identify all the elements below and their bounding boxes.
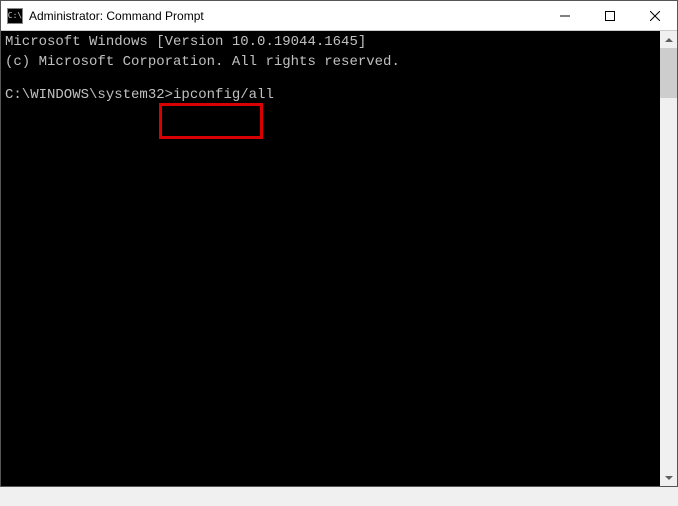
cmd-icon: C:\	[7, 8, 23, 24]
terminal-area[interactable]: Microsoft Windows [Version 10.0.19044.16…	[1, 31, 660, 486]
titlebar[interactable]: C:\ Administrator: Command Prompt	[1, 1, 677, 31]
close-icon	[650, 11, 660, 21]
window-title: Administrator: Command Prompt	[29, 9, 542, 23]
prompt-text: C:\WINDOWS\system32>	[5, 87, 173, 103]
maximize-button[interactable]	[587, 1, 632, 30]
minimize-button[interactable]	[542, 1, 587, 30]
window-controls	[542, 1, 677, 30]
chevron-up-icon	[665, 38, 673, 42]
cmd-icon-text: C:\	[8, 11, 22, 20]
scroll-down-button[interactable]	[660, 469, 677, 486]
vertical-scrollbar[interactable]	[660, 31, 677, 486]
window-content: Microsoft Windows [Version 10.0.19044.16…	[1, 31, 677, 486]
close-button[interactable]	[632, 1, 677, 30]
command-text: ipconfig/all	[173, 87, 274, 103]
minimize-icon	[560, 11, 570, 21]
scroll-track[interactable]	[660, 48, 677, 469]
scroll-thumb[interactable]	[660, 48, 677, 98]
highlight-annotation	[159, 103, 263, 139]
version-line: Microsoft Windows [Version 10.0.19044.16…	[5, 33, 656, 53]
prompt-line: C:\WINDOWS\system32>ipconfig/all	[5, 86, 656, 106]
command-prompt-window: C:\ Administrator: Command Prompt	[0, 0, 678, 487]
scroll-up-button[interactable]	[660, 31, 677, 48]
chevron-down-icon	[665, 476, 673, 480]
copyright-line: (c) Microsoft Corporation. All rights re…	[5, 53, 656, 73]
maximize-icon	[605, 11, 615, 21]
